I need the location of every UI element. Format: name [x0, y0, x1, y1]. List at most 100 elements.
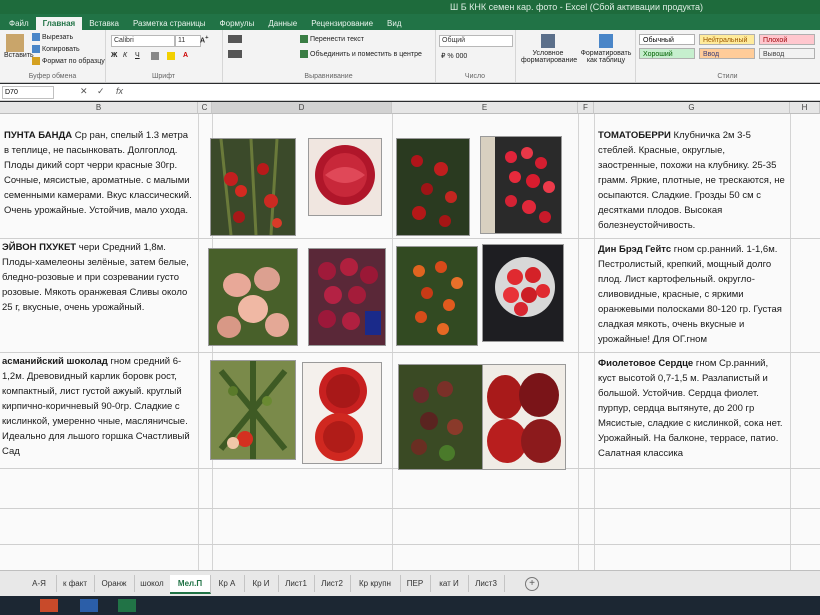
cell-b-row3[interactable]: асманийский шоколад гном средний 6-1,2м.… — [2, 354, 194, 459]
copy-icon — [32, 45, 40, 53]
currency-button[interactable]: ₽ % 000 — [441, 52, 467, 60]
fill-color-icon — [167, 52, 175, 60]
tab-file[interactable]: Файл — [2, 17, 36, 30]
sheet-tab[interactable]: Кр И — [244, 575, 279, 592]
tomato-photo[interactable] — [482, 364, 566, 470]
wrap-text-button[interactable]: Перенести текст — [300, 35, 364, 43]
app-icon[interactable] — [80, 599, 98, 612]
font-name-select[interactable]: Calibri — [111, 35, 175, 47]
tomato-photo[interactable] — [480, 136, 562, 234]
sheet-tab-active[interactable]: Мел.П — [170, 575, 211, 594]
style-normal[interactable]: Обычный — [639, 34, 695, 45]
tomato-photo[interactable] — [208, 248, 298, 346]
column-header-g[interactable]: G — [594, 102, 790, 114]
cell-g-row2[interactable]: Дин Брэд Гейтс гном ср.ранний. 1-1,6м. П… — [598, 242, 788, 347]
font-size-select[interactable]: 11 — [175, 35, 201, 47]
sheet-tab[interactable]: А-Я — [22, 575, 57, 592]
app-icon[interactable] — [40, 599, 58, 612]
cancel-icon[interactable]: ✕ — [80, 86, 88, 97]
align-left-button[interactable] — [228, 50, 244, 58]
wrap-text-icon — [300, 35, 308, 43]
excel-icon[interactable] — [118, 599, 136, 612]
format-painter-button[interactable]: Формат по образцу — [32, 57, 105, 65]
conditional-formatting-button[interactable]: Условное форматирование — [521, 34, 577, 64]
column-header-c[interactable]: C — [198, 102, 212, 114]
paste-icon — [6, 34, 24, 52]
sheet-tab[interactable]: ПЕР — [400, 575, 431, 592]
style-input[interactable]: Ввод — [699, 48, 755, 59]
fx-icon[interactable]: fx — [116, 86, 123, 96]
formula-input[interactable] — [136, 86, 816, 97]
ribbon: Вставить Вырезать Копировать Формат по о… — [0, 30, 820, 83]
underline-button[interactable]: Ч — [135, 52, 140, 59]
tab-formulas[interactable]: Формулы — [213, 17, 262, 30]
font-group: Calibri 11 A+ Ж К Ч A Шрифт — [105, 30, 223, 82]
tomato-photo[interactable] — [302, 362, 382, 464]
bold-button[interactable]: Ж — [111, 52, 117, 59]
worksheet-grid[interactable]: ПУНТА БАНДА Ср ран, спелый 1.3 метра в т… — [0, 114, 820, 570]
tomato-photo[interactable] — [482, 244, 564, 342]
sheet-tab[interactable]: Лист1 — [278, 575, 315, 592]
tomato-photo[interactable] — [308, 138, 382, 216]
add-sheet-button[interactable]: + — [525, 577, 539, 591]
style-output[interactable]: Вывод — [759, 48, 815, 59]
format-as-table-button[interactable]: Форматировать как таблицу — [579, 34, 633, 64]
cell-b-row1[interactable]: ПУНТА БАНДА Ср ран, спелый 1.3 метра в т… — [4, 128, 194, 218]
sheet-tab[interactable]: Кр А — [210, 575, 245, 592]
table-icon — [599, 34, 613, 48]
tomato-photo[interactable] — [396, 138, 470, 236]
clipboard-group-label: Буфер обмена — [28, 73, 77, 80]
column-header-f[interactable]: F — [578, 102, 594, 114]
tomato-photo[interactable] — [396, 246, 478, 346]
font-group-label: Шрифт — [151, 73, 176, 80]
number-group-label: Число — [464, 73, 486, 80]
alignment-group-label: Выравнивание — [304, 73, 353, 80]
fill-color-button[interactable] — [167, 52, 177, 60]
tomato-photo[interactable] — [308, 248, 386, 346]
cell-g-row3[interactable]: Фиолетовое Сердце гном Ср.ранний, куст в… — [598, 356, 786, 461]
name-box[interactable]: D70 — [2, 86, 54, 99]
sheet-tab[interactable]: Кр крупн — [350, 575, 401, 592]
tab-page-layout[interactable]: Разметка страницы — [126, 17, 213, 30]
sheet-tab[interactable]: Оранж — [94, 575, 135, 592]
cell-g-row1[interactable]: ТОМАТОБЕРРИ Клубничка 2м 3-5 стеблей. Кр… — [598, 128, 786, 233]
tab-review[interactable]: Рецензирование — [304, 17, 380, 30]
sheet-tab[interactable]: Лист2 — [314, 575, 351, 592]
cut-button[interactable]: Вырезать — [32, 33, 73, 41]
sheet-tab[interactable]: кат И — [430, 575, 469, 592]
taskbar — [0, 596, 820, 615]
style-bad[interactable]: Плохой — [759, 34, 815, 45]
sheet-tabs-bar: А-Я к факт Оранж шокол Мел.П Кр А Кр И Л… — [0, 570, 820, 596]
italic-button[interactable]: К — [123, 52, 127, 59]
tab-data[interactable]: Данные — [261, 17, 304, 30]
tab-home[interactable]: Главная — [35, 17, 83, 30]
align-top-button[interactable] — [228, 35, 244, 43]
sheet-tab[interactable]: шокол — [134, 575, 171, 592]
style-good[interactable]: Хороший — [639, 48, 695, 59]
ribbon-tabs: Файл Главная Вставка Разметка страницы Ф… — [0, 14, 820, 30]
merge-icon — [300, 50, 308, 58]
column-header-d[interactable]: D — [212, 102, 392, 114]
tomato-photo[interactable] — [210, 138, 296, 236]
tomato-photo[interactable] — [398, 364, 484, 470]
tab-view[interactable]: Вид — [380, 17, 408, 30]
tomato-photo[interactable] — [210, 360, 296, 460]
number-format-select[interactable]: Общий — [439, 35, 513, 47]
grow-font-button[interactable]: A+ — [200, 35, 208, 44]
column-header-h[interactable]: H — [790, 102, 820, 114]
style-neutral[interactable]: Нейтральный — [699, 34, 755, 45]
column-header-e[interactable]: E — [392, 102, 578, 114]
enter-icon[interactable]: ✓ — [97, 86, 105, 97]
sheet-tab[interactable]: к факт — [56, 575, 95, 592]
paste-button[interactable]: Вставить — [4, 34, 34, 59]
copy-button[interactable]: Копировать — [32, 45, 80, 53]
clipboard-group: Вставить Вырезать Копировать Формат по о… — [0, 30, 106, 82]
tab-insert[interactable]: Вставка — [82, 17, 126, 30]
scissors-icon — [32, 33, 40, 41]
cell-b-row2[interactable]: ЭЙВОН ПХУКЕТ чери Средний 1,8м. Плоды-ха… — [2, 240, 194, 315]
borders-button[interactable] — [151, 52, 161, 60]
merge-center-button[interactable]: Объединить и поместить в центре — [300, 50, 422, 58]
column-header-b[interactable]: B — [0, 102, 198, 114]
font-color-button[interactable]: A — [183, 52, 188, 59]
sheet-tab[interactable]: Лист3 — [468, 575, 505, 592]
